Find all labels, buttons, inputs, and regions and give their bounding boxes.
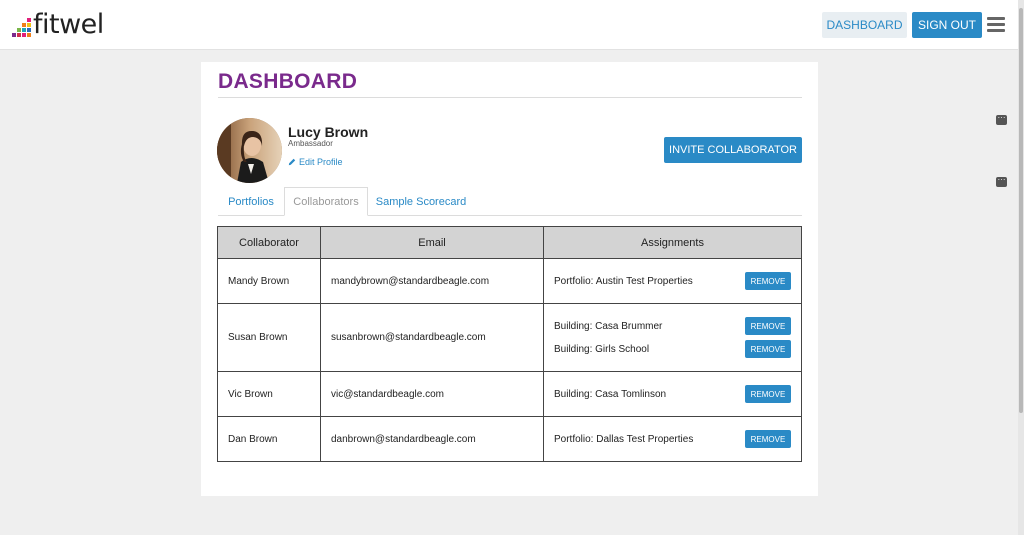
tab-bar: Portfolios Collaborators Sample Scorecar…	[218, 187, 802, 216]
assignment-item: Building: Girls School REMOVE	[554, 338, 791, 361]
logo-square	[22, 23, 26, 27]
assignment-label: Building: Girls School	[554, 343, 650, 355]
assignment-item: Building: Casa Tomlinson REMOVE	[554, 383, 791, 406]
assignment-label: Portfolio: Austin Test Properties	[554, 275, 693, 287]
more-options-icon[interactable]: ···	[996, 176, 1007, 187]
scrollbar-thumb[interactable]	[1019, 8, 1023, 413]
logo-square	[17, 23, 21, 27]
assignment-item: Portfolio: Austin Test Properties REMOVE	[554, 270, 791, 293]
assignment-label: Building: Casa Brummer	[554, 320, 663, 332]
collaborator-email: mandybrown@standardbeagle.com	[320, 258, 544, 304]
remove-button[interactable]: REMOVE	[745, 385, 791, 403]
logo-square	[12, 18, 16, 22]
collaborators-table: Collaborator Email Assignments Mandy Bro…	[217, 226, 802, 462]
tab-sample-scorecard[interactable]: Sample Scorecard	[368, 187, 474, 216]
column-header-collaborator: Collaborator	[217, 226, 321, 259]
nav-dashboard-button[interactable]: DASHBOARD	[822, 12, 907, 38]
logo-square	[27, 23, 31, 27]
logo-square	[17, 28, 21, 32]
remove-button[interactable]: REMOVE	[745, 430, 791, 448]
assignment-label: Building: Casa Tomlinson	[554, 388, 667, 400]
sign-out-button[interactable]: SIGN OUT	[912, 12, 982, 38]
table-row: Vic Brown vic@standardbeagle.com Buildin…	[217, 371, 802, 417]
collaborator-email: vic@standardbeagle.com	[320, 371, 544, 417]
title-divider	[218, 97, 802, 98]
assignments-cell: Building: Casa Brummer REMOVE Building: …	[543, 303, 802, 372]
assignment-label: Portfolio: Dallas Test Properties	[554, 433, 694, 445]
column-header-email: Email	[320, 226, 544, 259]
table-row: Susan Brown susanbrown@standardbeagle.co…	[217, 303, 802, 372]
dashboard-card: DASHBOARD Lucy Brown Ambassador Edit Pro…	[201, 62, 818, 496]
assignments-cell: Portfolio: Dallas Test Properties REMOVE	[543, 416, 802, 462]
avatar	[217, 118, 282, 183]
assignment-item: Building: Casa Brummer REMOVE	[554, 315, 791, 338]
column-header-assignments: Assignments	[543, 226, 802, 259]
remove-button[interactable]: REMOVE	[745, 340, 791, 358]
logo-square	[22, 18, 26, 22]
menu-icon[interactable]	[987, 17, 1005, 32]
remove-button[interactable]: REMOVE	[745, 272, 791, 290]
logo-square	[27, 18, 31, 22]
logo-square	[27, 28, 31, 32]
pencil-icon	[288, 158, 296, 166]
edit-profile-link[interactable]: Edit Profile	[288, 157, 343, 167]
collaborator-name: Dan Brown	[217, 416, 321, 462]
logo-square	[22, 33, 26, 37]
tab-collaborators[interactable]: Collaborators	[284, 187, 368, 216]
logo-square	[12, 23, 16, 27]
fitwel-logo[interactable]: fitwel	[12, 10, 104, 40]
page-title: DASHBOARD	[218, 70, 358, 93]
invite-collaborator-button[interactable]: INVITE COLLABORATOR	[664, 137, 802, 163]
table-row: Mandy Brown mandybrown@standardbeagle.co…	[217, 258, 802, 304]
logo-text: fitwel	[33, 9, 104, 40]
collaborator-name: Vic Brown	[217, 371, 321, 417]
logo-square	[12, 33, 16, 37]
collaborator-email: susanbrown@standardbeagle.com	[320, 303, 544, 372]
collaborator-name: Mandy Brown	[217, 258, 321, 304]
edit-profile-label: Edit Profile	[299, 157, 343, 167]
more-options-icon[interactable]: ···	[996, 114, 1007, 125]
profile-name: Lucy Brown	[288, 124, 369, 140]
table-row: Dan Brown danbrown@standardbeagle.com Po…	[217, 416, 802, 462]
logo-square	[12, 28, 16, 32]
page-scrollbar[interactable]	[1018, 0, 1024, 535]
profile-role: Ambassador	[288, 139, 333, 148]
logo-square	[22, 28, 26, 32]
logo-mark-icon	[12, 18, 31, 37]
collaborator-name: Susan Brown	[217, 303, 321, 372]
logo-square	[17, 18, 21, 22]
remove-button[interactable]: REMOVE	[745, 317, 791, 335]
collaborator-email: danbrown@standardbeagle.com	[320, 416, 544, 462]
logo-square	[17, 33, 21, 37]
assignments-cell: Building: Casa Tomlinson REMOVE	[543, 371, 802, 417]
tab-portfolios[interactable]: Portfolios	[218, 187, 284, 216]
assignments-cell: Portfolio: Austin Test Properties REMOVE	[543, 258, 802, 304]
top-bar: fitwel DASHBOARD SIGN OUT	[0, 0, 1018, 50]
logo-square	[27, 33, 31, 37]
assignment-item: Portfolio: Dallas Test Properties REMOVE	[554, 428, 791, 451]
